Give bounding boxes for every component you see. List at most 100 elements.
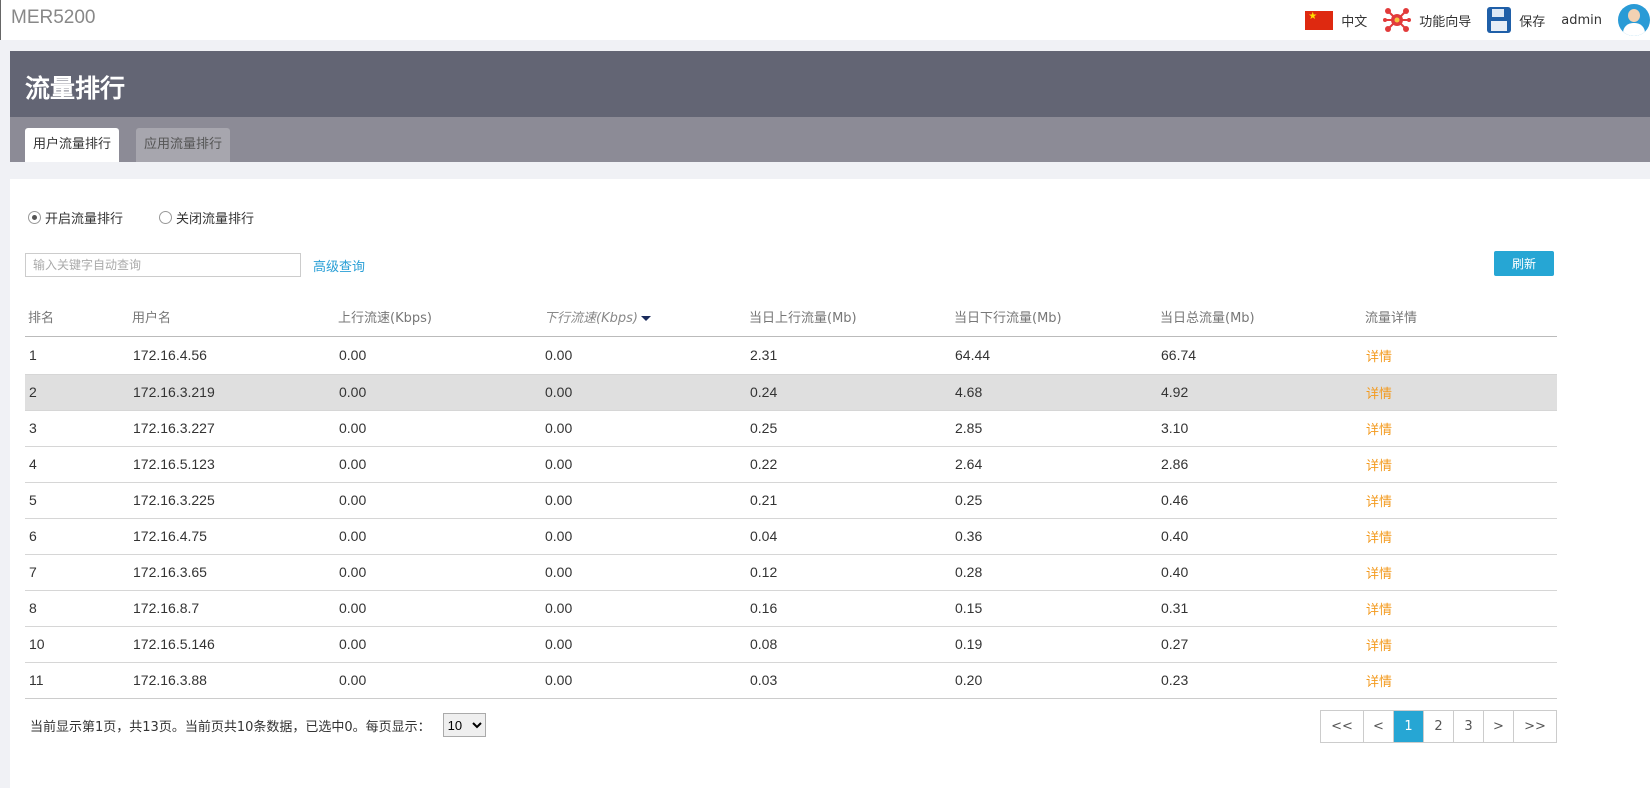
pager-button[interactable]: 1 (1394, 711, 1424, 742)
search-input[interactable] (25, 253, 301, 277)
table-cell: 172.16.4.56 (129, 335, 335, 374)
table-cell: 4 (25, 445, 129, 482)
save-button[interactable]: 保存 (1487, 7, 1545, 33)
radio-enable-ranking[interactable]: 开启流量排行 (28, 208, 123, 227)
wizard-label: 功能向导 (1419, 14, 1472, 30)
detail-link[interactable]: 详情 (1362, 589, 1557, 626)
table-row[interactable]: 1 172.16.4.56 0.00 0.00 2.31 64.44 66.74 详情 (25, 335, 1557, 374)
advanced-query-link[interactable]: 高级查询 (313, 256, 365, 275)
detail-link[interactable]: 详情 (1362, 661, 1557, 699)
col-day-up[interactable]: 当日上行流量(Mb) (746, 297, 951, 337)
page-header: 流量排行 (10, 51, 1650, 117)
pager-button[interactable]: < (1364, 711, 1394, 742)
table-cell: 1 (25, 335, 129, 374)
table-cell: 0.00 (335, 553, 541, 590)
col-username[interactable]: 用户名 (129, 297, 335, 337)
table-row[interactable]: 8 172.16.8.7 0.00 0.00 0.16 0.15 0.31 详情 (25, 589, 1557, 626)
table-cell: 0.00 (335, 373, 541, 410)
table-cell: 0.00 (541, 409, 746, 446)
pager-button[interactable]: << (1321, 711, 1364, 742)
detail-link[interactable]: 详情 (1362, 625, 1557, 662)
table-row[interactable]: 2 172.16.3.219 0.00 0.00 0.24 4.68 4.92 详情 (25, 373, 1557, 410)
tab-user-traffic[interactable]: 用户流量排行 (25, 128, 120, 162)
col-down-rate[interactable]: 下行流速(Kbps) (541, 297, 746, 337)
pagination: << <1 2 3 > >> (1320, 710, 1557, 743)
user-menu[interactable]: admin (1561, 13, 1602, 28)
save-disk-icon (1487, 7, 1512, 33)
table-cell: 0.15 (951, 589, 1157, 626)
save-label: 保存 (1519, 14, 1546, 30)
avatar[interactable] (1618, 4, 1650, 36)
table-cell: 0.00 (541, 373, 746, 410)
radio-enable-label: 开启流量排行 (45, 212, 124, 227)
table-cell: 0.21 (746, 481, 951, 518)
detail-link[interactable]: 详情 (1362, 517, 1557, 554)
detail-link[interactable]: 详情 (1362, 481, 1557, 518)
detail-link[interactable]: 详情 (1362, 335, 1557, 374)
col-day-total[interactable]: 当日总流量(Mb) (1157, 297, 1362, 337)
table-cell: 3.10 (1157, 409, 1362, 446)
radio-unchecked-icon (159, 211, 173, 224)
table-row[interactable]: 3 172.16.3.227 0.00 0.00 0.25 2.85 3.10 详情 (25, 409, 1557, 446)
col-rank[interactable]: 排名 (25, 297, 129, 337)
table-row[interactable]: 6 172.16.4.75 0.00 0.00 0.04 0.36 0.40 详情 (25, 517, 1557, 554)
top-nav: 中文 (1305, 0, 1650, 40)
table-cell: 2 (25, 373, 129, 410)
radio-disable-ranking[interactable]: 关闭流量排行 (159, 208, 254, 227)
table-cell: 172.16.3.219 (129, 373, 335, 410)
table-cell: 0.00 (335, 409, 541, 446)
language-switch[interactable]: 中文 (1305, 10, 1367, 30)
col-up-rate[interactable]: 上行流速(Kbps) (335, 297, 541, 337)
table-cell: 0.00 (335, 445, 541, 482)
brand-logo: MER5200 (11, 7, 96, 28)
tab-app-traffic[interactable]: 应用流量排行 (136, 128, 231, 162)
wizard-button[interactable]: 功能向导 (1383, 6, 1471, 34)
table-cell: 0.24 (746, 373, 951, 410)
table-cell: 0.40 (1157, 517, 1362, 554)
table-cell: 0.20 (951, 661, 1157, 699)
table-cell: 0.36 (951, 517, 1157, 554)
table-cell: 6 (25, 517, 129, 554)
table-cell: 0.04 (746, 517, 951, 554)
table-cell: 4.92 (1157, 373, 1362, 410)
detail-link[interactable]: 详情 (1362, 373, 1557, 410)
table-row[interactable]: 10 172.16.5.146 0.00 0.00 0.08 0.19 0.27 详情 (25, 625, 1557, 662)
table-cell: 172.16.3.65 (129, 553, 335, 590)
table-cell: 0.00 (335, 589, 541, 626)
table-cell: 0.00 (541, 589, 746, 626)
table-cell: 0.46 (1157, 481, 1362, 518)
table-cell: 64.44 (951, 335, 1157, 374)
table-cell: 7 (25, 553, 129, 590)
pager-button[interactable]: 2 (1424, 711, 1454, 742)
table-row[interactable]: 7 172.16.3.65 0.00 0.00 0.12 0.28 0.40 详情 (25, 553, 1557, 590)
detail-link[interactable]: 详情 (1362, 553, 1557, 590)
refresh-button[interactable]: 刷新 (1494, 251, 1554, 276)
page-size-select[interactable]: 10 (442, 713, 486, 737)
table-cell: 2.64 (951, 445, 1157, 482)
table-cell: 0.27 (1157, 625, 1362, 662)
table-cell: 0.12 (746, 553, 951, 590)
tab-bar: 用户流量排行 应用流量排行 (10, 117, 1650, 162)
content-panel: 开启流量排行 关闭流量排行 高级查询 刷新 排名 用户名 上行流速(Kbps) … (10, 179, 1650, 788)
table-row[interactable]: 11 172.16.3.88 0.00 0.00 0.03 0.20 0.23 详情 (25, 661, 1557, 699)
pager-button[interactable]: >> (1514, 711, 1556, 742)
table-cell: 0.00 (541, 661, 746, 699)
table-cell: 0.23 (1157, 661, 1362, 699)
pager-button[interactable]: > (1484, 711, 1514, 742)
radio-disable-label: 关闭流量排行 (176, 212, 255, 227)
table-cell: 0.00 (541, 335, 746, 374)
col-day-down[interactable]: 当日下行流量(Mb) (951, 297, 1157, 337)
china-flag-icon (1305, 10, 1334, 30)
pager-button[interactable]: 3 (1454, 711, 1484, 742)
table-row[interactable]: 4 172.16.5.123 0.00 0.00 0.22 2.64 2.86 详情 (25, 445, 1557, 482)
table-cell: 8 (25, 589, 129, 626)
table-cell: 172.16.4.75 (129, 517, 335, 554)
table-header-row: 排名 用户名 上行流速(Kbps) 下行流速(Kbps) 当日上行流量(Mb) … (25, 297, 1557, 337)
table-cell: 66.74 (1157, 335, 1362, 374)
table-cell: 0.00 (541, 625, 746, 662)
table-row[interactable]: 5 172.16.3.225 0.00 0.00 0.21 0.25 0.46 详情 (25, 481, 1557, 518)
detail-link[interactable]: 详情 (1362, 445, 1557, 482)
table-cell: 172.16.8.7 (129, 589, 335, 626)
table-cell: 4.68 (951, 373, 1157, 410)
detail-link[interactable]: 详情 (1362, 409, 1557, 446)
